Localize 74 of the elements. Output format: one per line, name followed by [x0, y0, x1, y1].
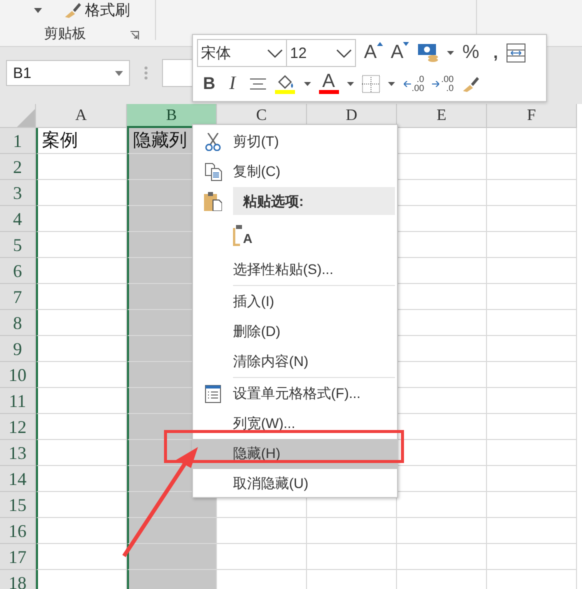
grow-font-button[interactable]: A	[364, 42, 383, 64]
caret-icon[interactable]	[447, 51, 454, 55]
brush-icon[interactable]	[462, 76, 480, 92]
menu-item[interactable]: 删除(D)	[193, 317, 397, 347]
clipboard-icon	[233, 224, 243, 246]
row-header[interactable]: 1	[0, 128, 36, 154]
name-box[interactable]: B1	[6, 60, 130, 86]
row-header[interactable]: 17	[0, 544, 36, 570]
row-header[interactable]: 7	[0, 284, 36, 310]
menu-item[interactable]: 清除内容(N)	[193, 347, 397, 377]
bold-button[interactable]: B	[203, 74, 216, 94]
format-cells-icon	[205, 385, 221, 403]
arrow-right-icon	[432, 80, 440, 86]
menu-section-header: 粘贴选项:	[233, 187, 395, 215]
format-painter-button[interactable]: 格式刷	[64, 0, 130, 20]
chevron-down-icon	[267, 48, 283, 58]
copy-icon	[204, 163, 222, 181]
brush-icon	[64, 2, 82, 18]
column-header[interactable]: E	[397, 104, 487, 128]
menu-item[interactable]: 隐藏(H)	[193, 439, 397, 469]
row-header[interactable]: 18	[0, 570, 36, 589]
grip-icon	[144, 66, 148, 80]
clipboard-icon	[204, 191, 222, 211]
caret-icon	[115, 70, 123, 76]
percent-button[interactable]: %	[462, 42, 480, 64]
row-header[interactable]: 5	[0, 232, 36, 258]
row-header[interactable]: 9	[0, 336, 36, 362]
scissors-icon	[205, 133, 221, 151]
column-header[interactable]: A	[36, 104, 127, 128]
font-size-dropdown[interactable]: 12	[286, 39, 356, 67]
dialog-launcher-icon[interactable]	[130, 31, 139, 40]
paste-values-button[interactable]: A	[233, 224, 252, 246]
decrease-decimal-button[interactable]: .00 .0	[432, 74, 454, 92]
row-header[interactable]: 13	[0, 440, 36, 466]
font-color-button[interactable]: A	[318, 73, 339, 94]
group-label: 剪贴板	[44, 25, 86, 43]
currency-icon[interactable]	[417, 42, 440, 64]
caret-icon	[34, 8, 42, 12]
menu-item[interactable]: 复制(C)	[193, 157, 397, 187]
comma-button[interactable]: ,	[493, 43, 498, 63]
arrow-left-icon	[402, 80, 411, 86]
font-name-dropdown[interactable]: 宋体	[197, 39, 287, 67]
align-center-icon[interactable]	[250, 78, 266, 90]
row-header[interactable]: 12	[0, 414, 36, 440]
row-header[interactable]: 3	[0, 180, 36, 206]
triangle-up-icon	[376, 42, 383, 46]
row-header[interactable]: 16	[0, 518, 36, 544]
menu-item[interactable]: 列宽(W)...	[193, 409, 397, 439]
caret-icon[interactable]	[346, 82, 354, 86]
increase-decimal-button[interactable]: .0 .00	[402, 74, 424, 92]
menu-item[interactable]: 插入(I)	[193, 287, 397, 317]
column-header[interactable]: F	[487, 104, 577, 128]
row-header[interactable]: 4	[0, 206, 36, 232]
row-header[interactable]: 6	[0, 258, 36, 284]
caret-icon[interactable]	[304, 82, 311, 86]
fill-color-icon[interactable]	[274, 74, 296, 94]
caret-icon[interactable]	[388, 82, 395, 86]
menu-item[interactable]: 设置单元格格式(F)...	[193, 379, 397, 409]
italic-button[interactable]: I	[229, 72, 236, 94]
menu-item[interactable]: 选择性粘贴(S)...	[193, 255, 397, 285]
triangle-icon	[15, 107, 35, 127]
menu-item[interactable]: 取消隐藏(U)	[193, 469, 397, 499]
column-header[interactable]: B	[127, 104, 217, 128]
wrap-text-icon[interactable]	[506, 43, 526, 63]
chevron-down-icon	[336, 48, 352, 58]
shrink-font-button[interactable]: A	[390, 42, 410, 64]
row-header[interactable]: 8	[0, 310, 36, 336]
triangle-down-icon	[403, 42, 410, 46]
row-header[interactable]: 10	[0, 362, 36, 388]
row-header[interactable]: 15	[0, 492, 36, 518]
row-header[interactable]: 14	[0, 466, 36, 492]
row-header[interactable]: 2	[0, 154, 36, 180]
row-header[interactable]: 11	[0, 388, 36, 414]
borders-icon[interactable]	[362, 74, 380, 92]
